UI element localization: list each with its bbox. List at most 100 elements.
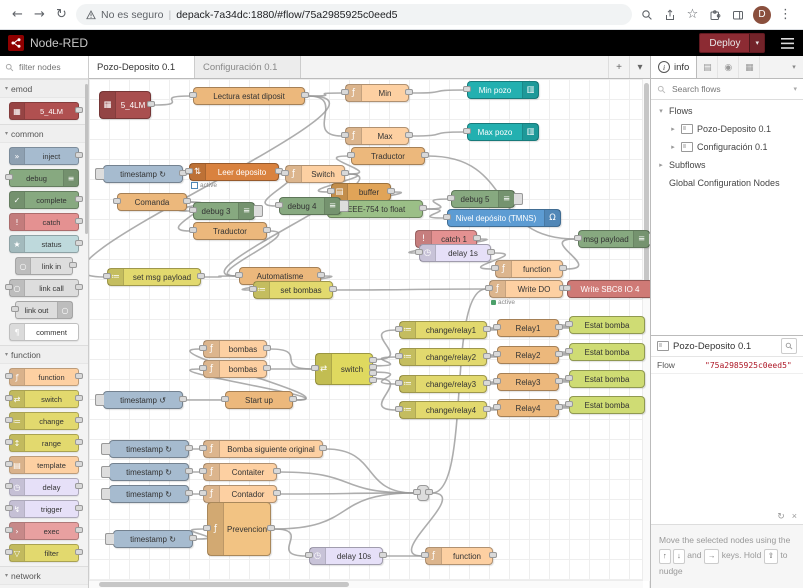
node-output-port[interactable] — [183, 198, 191, 204]
flow-node-ts5[interactable]: timestamp ↻ — [101, 485, 193, 503]
palette-node-debug[interactable]: debug ≡ — [5, 169, 79, 187]
inject-button[interactable] — [95, 394, 104, 406]
node-output-port[interactable] — [329, 286, 337, 292]
flow-node-ts4[interactable]: timestamp ↻ — [101, 463, 193, 481]
status-checkbox[interactable] — [191, 182, 198, 189]
sidebar-tab-debug-icon[interactable]: ◉ — [718, 56, 740, 78]
palette-filter-input[interactable] — [17, 61, 77, 73]
flow-node-relay4[interactable]: Relay4 — [493, 399, 563, 417]
sidebar-tab-help-icon[interactable]: ▤ — [697, 56, 719, 78]
node-output-port[interactable] — [369, 357, 377, 364]
flow-node-n54[interactable]: ▦ 5_4LM — [99, 91, 155, 119]
palette-scrollbar[interactable] — [85, 84, 88, 234]
flow-node-chg3[interactable]: ≔ change/relay3 — [395, 375, 491, 393]
node-output-port[interactable] — [189, 535, 197, 541]
wire[interactable] — [325, 448, 415, 494]
node-input-port[interactable] — [493, 324, 501, 330]
flow-node-ts6[interactable]: timestamp ↻ — [105, 530, 197, 548]
debug-toggle-button[interactable] — [340, 200, 349, 212]
flow-node-minpozo[interactable]: Min pozo ▥ — [463, 81, 539, 99]
flow-node-bigswitch[interactable]: ⇄ switch — [311, 353, 377, 385]
wire[interactable] — [411, 131, 465, 137]
node-output-port[interactable] — [69, 262, 77, 268]
panel-search-button[interactable] — [781, 338, 797, 354]
node-output-port[interactable] — [555, 404, 563, 410]
node-input-port[interactable] — [199, 365, 207, 371]
node-output-port[interactable] — [75, 417, 83, 423]
palette-node-switch[interactable]: ⇄ switch — [5, 390, 83, 408]
node-input-port[interactable] — [341, 132, 349, 138]
wire[interactable] — [375, 329, 397, 361]
wire[interactable] — [269, 348, 313, 370]
wire[interactable] — [153, 95, 191, 106]
flow-node-trad2[interactable]: Traductor — [189, 222, 271, 240]
main-menu-button[interactable] — [771, 30, 803, 56]
reload-icon[interactable]: ↻ — [54, 8, 69, 21]
node-output-port[interactable] — [369, 370, 377, 377]
node-input-port[interactable] — [189, 92, 197, 98]
node-output-port[interactable] — [185, 468, 193, 474]
tree-item-global-configuration-nodes[interactable]: Global Configuration Nodes — [651, 174, 803, 192]
node-input-port[interactable] — [249, 286, 257, 292]
node-input-port[interactable] — [199, 345, 207, 351]
node-output-port[interactable] — [75, 196, 83, 202]
palette-node-template[interactable]: ▤ template — [5, 456, 83, 474]
flow-node-msgpayload[interactable]: msg payload ≡ — [574, 230, 650, 248]
node-output-port[interactable] — [405, 132, 413, 138]
inject-button[interactable] — [101, 443, 110, 455]
node-output-port[interactable] — [75, 461, 83, 467]
flow-node-estat2[interactable]: Estat bomba — [565, 343, 645, 361]
node-input-port[interactable] — [199, 468, 207, 474]
flow-node-fn1[interactable]: ƒ function — [491, 260, 567, 278]
canvas-horizontal-scroll-thumb[interactable] — [99, 582, 349, 587]
node-output-port[interactable] — [487, 249, 495, 255]
palette-category-network[interactable]: ▾ network — [0, 566, 88, 585]
palette-category-common[interactable]: ▾ common — [0, 124, 88, 143]
node-output-port[interactable] — [425, 489, 433, 495]
node-input-port[interactable] — [493, 404, 501, 410]
wire[interactable] — [307, 95, 343, 137]
debug-toggle-button[interactable] — [514, 193, 523, 205]
node-output-port[interactable] — [185, 445, 193, 451]
node-output-port[interactable] — [75, 240, 83, 246]
node-input-port[interactable] — [565, 348, 573, 354]
node-input-port[interactable] — [565, 375, 573, 381]
node-input-port[interactable] — [11, 306, 19, 312]
node-output-port[interactable] — [473, 235, 481, 241]
node-output-port[interactable] — [147, 101, 155, 107]
flow-node-delay10[interactable]: ◷ delay 10s — [305, 547, 387, 565]
node-input-port[interactable] — [5, 395, 13, 401]
node-output-port[interactable] — [75, 218, 83, 224]
tree-item-configuraci-n-0-1[interactable]: ▸ Configuración 0.1 — [651, 138, 803, 156]
flow-node-debug3[interactable]: debug 3 ≡ — [189, 202, 263, 220]
node-output-port[interactable] — [419, 205, 427, 211]
search-icon[interactable] — [639, 9, 655, 21]
tree-chevron-icon[interactable]: ▸ — [657, 161, 665, 169]
flow-node-startup[interactable]: Start up — [221, 391, 297, 409]
node-output-port[interactable] — [483, 353, 491, 359]
node-output-port[interactable] — [75, 483, 83, 489]
flow-node-estat4[interactable]: Estat bomba — [565, 396, 645, 414]
node-output-port[interactable] — [75, 284, 83, 290]
tree-chevron-icon[interactable]: ▸ — [669, 143, 677, 151]
bookmark-star-icon[interactable]: ☆ — [685, 8, 700, 21]
share-icon[interactable] — [662, 8, 678, 21]
flow-node-setmsg[interactable]: ≔ set msg payload — [103, 268, 205, 286]
node-output-port[interactable] — [555, 351, 563, 357]
palette-node-link-in[interactable]: ○ link in — [15, 257, 77, 275]
node-input-port[interactable] — [275, 202, 283, 208]
forward-icon[interactable]: → — [32, 8, 47, 21]
node-output-port[interactable] — [489, 552, 497, 558]
sidebar-tabs-dropdown-icon[interactable]: ▾ — [785, 56, 803, 78]
flow-canvas[interactable]: ▦ 5_4LM Lectura estat diposit ƒ Min Min pozo ▥… — [89, 79, 650, 588]
flow-node-lectura[interactable]: Lectura estat diposit — [189, 87, 309, 105]
palette-node-status[interactable]: ★ status — [9, 235, 83, 253]
palette-category-emod[interactable]: ▾ emod — [0, 79, 88, 98]
flow-node-ts3[interactable]: timestamp ↻ — [101, 440, 193, 458]
node-output-port[interactable] — [75, 527, 83, 533]
node-output-port[interactable] — [387, 188, 395, 194]
node-input-port[interactable] — [5, 284, 13, 290]
flow-node-relay2[interactable]: Relay2 — [493, 346, 563, 364]
sidebar-tab-config-icon[interactable]: ▦ — [739, 56, 761, 78]
node-output-port[interactable] — [75, 549, 83, 555]
